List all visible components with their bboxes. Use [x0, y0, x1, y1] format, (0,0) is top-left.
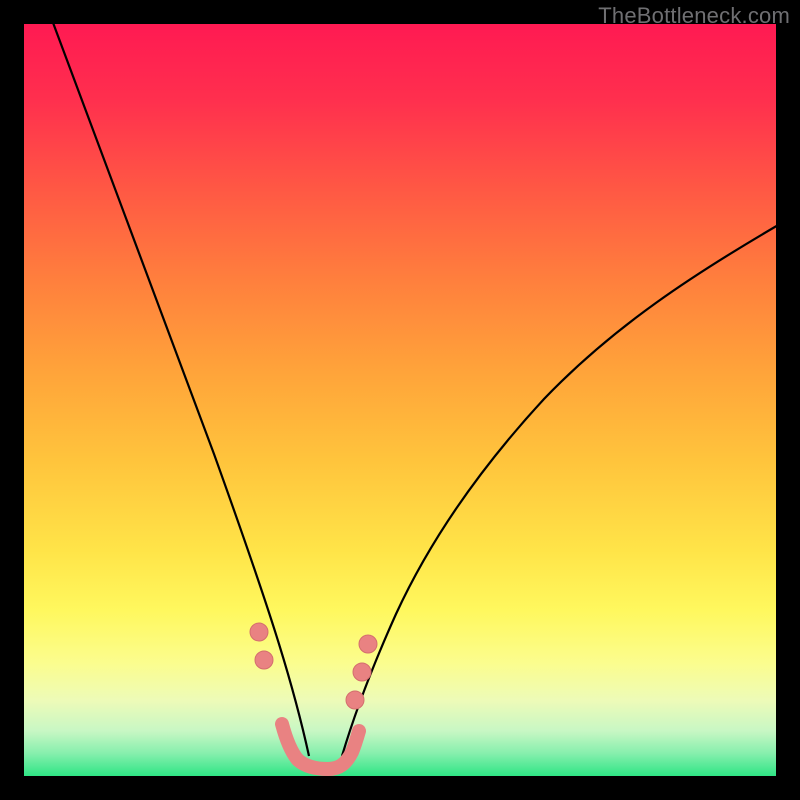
marker-right-upper [359, 635, 377, 653]
marker-left-upper [250, 623, 268, 641]
left-curve [52, 24, 309, 756]
marker-left-lower [255, 651, 273, 669]
plot-area [24, 24, 776, 776]
valley-segment [282, 724, 359, 769]
chart-frame: TheBottleneck.com [0, 0, 800, 800]
marker-right-mid [353, 663, 371, 681]
right-curve [342, 224, 776, 756]
chart-svg [24, 24, 776, 776]
marker-right-lower [346, 691, 364, 709]
